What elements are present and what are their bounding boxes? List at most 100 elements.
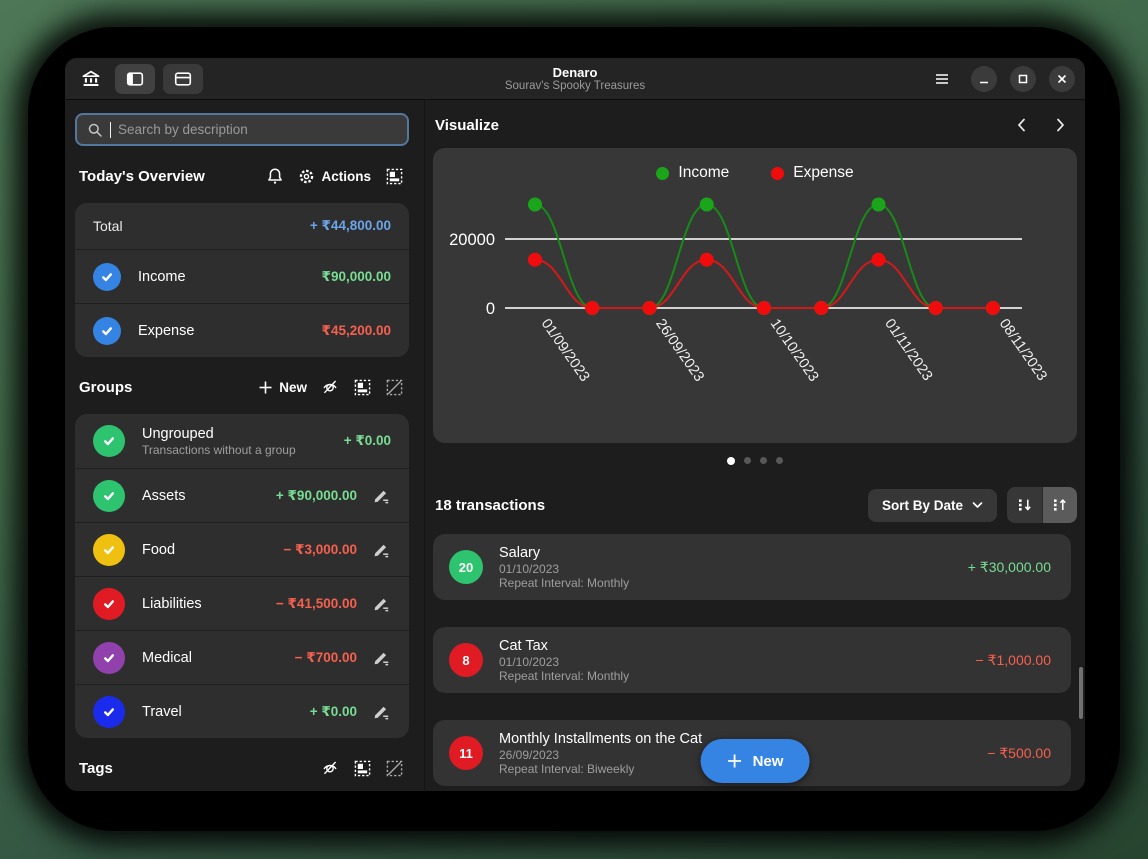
carousel-dot[interactable]: [776, 457, 783, 464]
transactions-count: 18 transactions: [435, 497, 545, 514]
transaction-date: 01/10/2023: [499, 655, 629, 669]
deselect-icon: [386, 379, 403, 396]
transaction-amount: − ₹500.00: [987, 745, 1051, 762]
total-row: Total + ₹44,800.00: [75, 203, 409, 249]
chart-carousel-dots: [433, 456, 1077, 465]
svg-text:0: 0: [486, 300, 495, 318]
group-checkbox[interactable]: [93, 425, 125, 457]
group-checkbox[interactable]: [93, 696, 125, 728]
group-checkbox[interactable]: [93, 588, 125, 620]
tags-header: Tags: [79, 756, 407, 780]
tags-grid-button[interactable]: [349, 756, 375, 780]
group-edit-button[interactable]: [371, 702, 391, 721]
eye-slash-icon: [321, 378, 339, 396]
carousel-dot[interactable]: [744, 457, 751, 464]
svg-text:08/11/2023: 08/11/2023: [996, 316, 1050, 384]
window-title: Denaro: [553, 65, 598, 80]
legend-dot: [656, 167, 669, 180]
sort-ascending-icon: [1051, 496, 1069, 514]
sidebar-toggle-icon: [125, 70, 145, 88]
bell-icon: [266, 167, 284, 185]
actions-button[interactable]: Actions: [294, 164, 375, 188]
eye-slash-icon: [321, 759, 339, 777]
carousel-dot[interactable]: [727, 457, 735, 465]
sort-descending-button[interactable]: [1007, 487, 1042, 523]
text-cursor: [110, 122, 111, 138]
group-edit-button[interactable]: [371, 540, 391, 559]
chart-legend: IncomeExpense: [433, 161, 1077, 185]
group-name: Ungrouped: [142, 426, 296, 442]
chevron-left-icon: [1014, 117, 1030, 133]
groups-card: Ungrouped Transactions without a group +…: [75, 414, 409, 738]
tags-hide-button[interactable]: [317, 756, 343, 780]
group-name: Travel: [142, 704, 182, 720]
search-input[interactable]: [118, 122, 397, 137]
edit-icon: [372, 702, 391, 721]
group-row: Medical − ₹700.00: [75, 630, 409, 684]
group-checkbox[interactable]: [93, 642, 125, 674]
tags-deselect-button[interactable]: [381, 756, 407, 780]
toggle-bottom-pane-button[interactable]: [163, 64, 203, 94]
minimize-button[interactable]: [971, 66, 997, 92]
groups-title: Groups: [79, 379, 132, 396]
group-row: Assets + ₹90,000.00: [75, 468, 409, 522]
groups-hide-button[interactable]: [317, 375, 343, 399]
transaction-date: 26/09/2023: [499, 748, 702, 762]
group-row: Food − ₹3,000.00: [75, 522, 409, 576]
transaction-row[interactable]: 20 Salary 01/10/2023 Repeat Interval: Mo…: [433, 534, 1071, 600]
toggle-sidebar-button[interactable]: [115, 64, 155, 94]
expense-checkbox[interactable]: [93, 317, 121, 345]
menu-icon: [934, 72, 950, 86]
svg-text:26/09/2023: 26/09/2023: [652, 316, 707, 385]
edit-icon: [372, 540, 391, 559]
sidebar: Today's Overview: [65, 100, 425, 791]
total-label: Total: [93, 218, 123, 234]
primary-menu-button[interactable]: [926, 64, 958, 94]
maximize-icon: [1017, 73, 1029, 85]
chart-prev-button[interactable]: [1009, 113, 1035, 137]
expense-row: Expense ₹45,200.00: [75, 303, 409, 357]
app-window: Denaro Sourav's Spooky Treasures: [65, 58, 1085, 791]
check-icon: [101, 704, 117, 720]
accounts-button[interactable]: [75, 64, 107, 94]
new-group-button[interactable]: New: [254, 375, 311, 399]
notifications-button[interactable]: [262, 164, 288, 188]
new-transaction-button[interactable]: New: [701, 739, 810, 783]
groups-deselect-button[interactable]: [381, 375, 407, 399]
check-icon: [101, 650, 117, 666]
visualize-pane: Visualize: [425, 100, 1085, 791]
overview-card: Total + ₹44,800.00 Income ₹90,000.00 Exp…: [75, 203, 409, 357]
plus-icon: [258, 380, 273, 395]
legend-entry: Expense: [771, 164, 853, 182]
desktop-background: Denaro Sourav's Spooky Treasures: [0, 0, 1148, 859]
overview-grid-button[interactable]: [381, 164, 407, 188]
edit-icon: [372, 648, 391, 667]
sort-direction-group: [1007, 487, 1077, 523]
group-checkbox[interactable]: [93, 480, 125, 512]
group-edit-button[interactable]: [371, 648, 391, 667]
chart-next-button[interactable]: [1047, 113, 1073, 137]
group-edit-button[interactable]: [371, 486, 391, 505]
grid-select-icon: [386, 168, 403, 185]
group-edit-button[interactable]: [371, 594, 391, 613]
scrollbar-thumb[interactable]: [1079, 667, 1083, 719]
carousel-dot[interactable]: [760, 457, 767, 464]
gear-icon: [298, 168, 315, 185]
groups-grid-button[interactable]: [349, 375, 375, 399]
transaction-title: Cat Tax: [499, 637, 629, 655]
group-amount: + ₹90,000.00: [276, 488, 357, 504]
close-button[interactable]: [1049, 66, 1075, 92]
transaction-repeat: Repeat Interval: Monthly: [499, 576, 629, 590]
maximize-button[interactable]: [1010, 66, 1036, 92]
sort-by-dropdown[interactable]: Sort By Date: [868, 489, 997, 522]
group-checkbox[interactable]: [93, 534, 125, 566]
grid-select-icon: [354, 379, 371, 396]
svg-text:01/11/2023: 01/11/2023: [881, 316, 935, 384]
svg-text:01/09/2023: 01/09/2023: [538, 316, 593, 385]
sort-ascending-button[interactable]: [1042, 487, 1077, 523]
search-entry[interactable]: [75, 113, 409, 146]
transaction-row[interactable]: 8 Cat Tax 01/10/2023 Repeat Interval: Mo…: [433, 627, 1071, 693]
income-checkbox[interactable]: [93, 263, 121, 291]
edit-icon: [372, 486, 391, 505]
group-amount: − ₹700.00: [295, 650, 357, 666]
